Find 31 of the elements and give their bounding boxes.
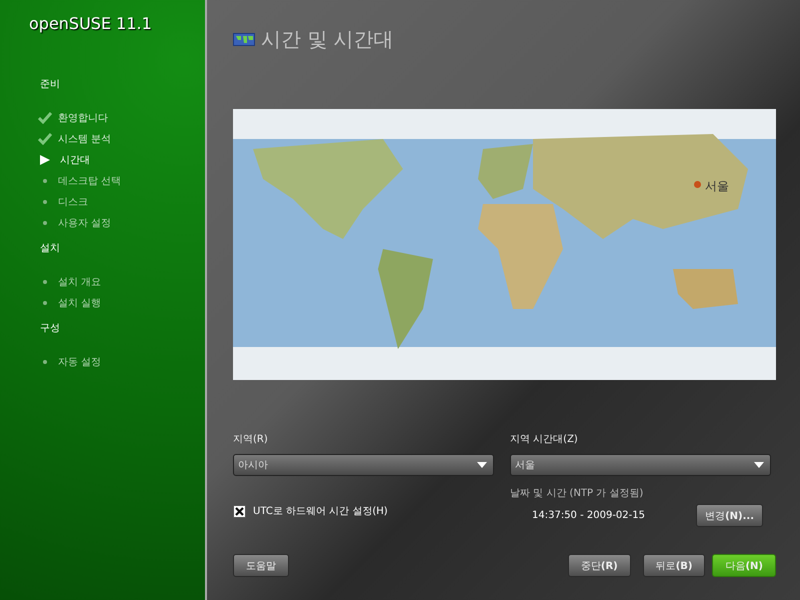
- help-button[interactable]: 도움말: [233, 554, 289, 577]
- back-button[interactable]: 뒤로(B): [642, 554, 706, 577]
- section-heading: 설치: [40, 242, 60, 255]
- caret-icon: [477, 462, 487, 468]
- section-heading: 구성: [40, 322, 60, 335]
- timezone-dropdown[interactable]: 서울: [510, 454, 771, 476]
- step-label: 데스크탑 선택: [58, 175, 122, 188]
- world-map-icon: [233, 32, 255, 46]
- step-label: 시간대: [60, 154, 90, 167]
- field-label: 지역 시간대(Z): [510, 433, 578, 446]
- checkbox[interactable]: [233, 504, 246, 518]
- field-label: 지역(R): [233, 433, 268, 446]
- product-logo: openSUSE 11.1: [29, 14, 152, 33]
- step-label: 사용자 설정: [58, 217, 112, 230]
- abort-button[interactable]: 중단(R): [568, 554, 631, 577]
- change-button[interactable]: 변경(N)...: [696, 504, 763, 527]
- next-button[interactable]: 다음(N): [712, 554, 776, 577]
- caret-icon: [754, 462, 764, 468]
- step-label: 환영합니다: [58, 112, 108, 125]
- region-dropdown[interactable]: 아시아: [233, 454, 494, 476]
- city-label: 서울: [705, 178, 729, 195]
- step-label: 설치 실행: [58, 297, 102, 310]
- step-label: 설치 개요: [58, 276, 102, 289]
- datetime-label: 날짜 및 시간 (NTP 가 설정됨): [510, 487, 644, 500]
- checkbox-label: UTC로 하드웨어 시간 설정(H): [253, 505, 388, 518]
- step-label: 디스크: [58, 196, 88, 209]
- datetime-value: 14:37:50 - 2009-02-15: [532, 510, 646, 521]
- step-label: 자동 설정: [58, 356, 102, 369]
- section-heading: 준비: [40, 78, 60, 91]
- page-title: 시간 및 시간대: [261, 26, 394, 52]
- step-label: 시스템 분석: [58, 133, 112, 146]
